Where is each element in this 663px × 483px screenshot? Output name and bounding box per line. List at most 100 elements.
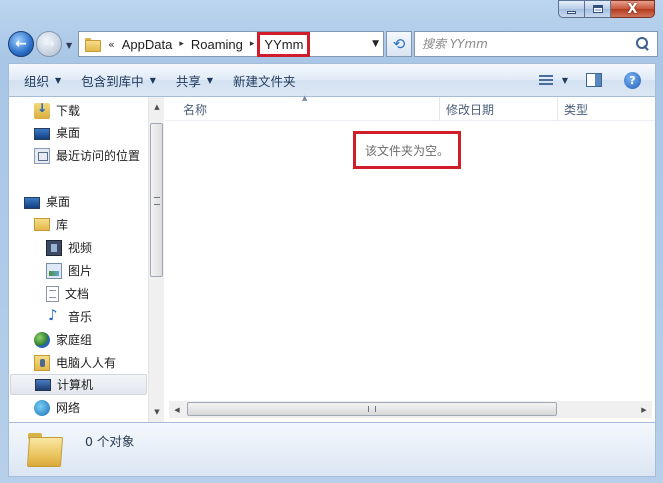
item-count: 0 个对象	[85, 434, 135, 449]
search-icon[interactable]	[635, 36, 651, 52]
documents-icon	[46, 285, 59, 302]
navigation-pane: 下载 桌面 最近访问的位置 桌面 库 视频	[9, 97, 148, 422]
breadcrumb-separator[interactable]: ▸	[179, 39, 184, 49]
empty-folder-message: 该文件夹为空。	[353, 131, 461, 169]
organize-menu[interactable]: 组织 ▼	[9, 64, 71, 96]
nav-item-pictures[interactable]: 图片	[46, 260, 148, 281]
pictures-icon	[46, 262, 62, 279]
include-in-library-label: 包含到库中	[81, 73, 144, 89]
desktop-icon	[24, 196, 40, 209]
breadcrumb-roaming[interactable]: Roaming	[191, 37, 243, 52]
share-menu[interactable]: 共享 ▼	[166, 64, 223, 96]
library-icon	[34, 218, 50, 231]
nav-item-videos[interactable]: 视频	[46, 237, 148, 258]
download-folder-icon	[34, 101, 50, 119]
command-bar-right: ▼ ?	[536, 64, 655, 96]
scrollbar-thumb[interactable]	[150, 123, 163, 277]
address-bar[interactable]: « AppData ▸ Roaming ▸ YYmm ▼	[78, 31, 384, 57]
close-button[interactable]: X	[611, 0, 655, 18]
nav-item-libraries[interactable]: 库	[34, 214, 148, 235]
search-box[interactable]	[414, 31, 658, 57]
desktop-icon	[34, 127, 50, 140]
nav-item-label: 图片	[68, 264, 93, 278]
nav-item-user-folder[interactable]: 电脑人人有	[34, 352, 148, 373]
forward-button[interactable]: →	[36, 31, 62, 57]
back-arrow-icon: ←	[15, 36, 27, 52]
help-icon[interactable]: ?	[624, 71, 641, 89]
minimize-button[interactable]	[558, 0, 585, 18]
explorer-window: X ← → ▼ « AppData ▸ Roaming ▸ YYmm ▼ ⟲ 组…	[0, 0, 663, 483]
preview-pane-icon[interactable]	[586, 73, 602, 87]
command-bar: 组织 ▼ 包含到库中 ▼ 共享 ▼ 新建文件夹 ▼ ?	[8, 63, 656, 97]
nav-item-label: 库	[56, 218, 69, 232]
nav-item-label: 计算机	[57, 378, 94, 392]
recent-pages-dropdown[interactable]: ▼	[66, 41, 72, 50]
homegroup-icon	[34, 331, 50, 348]
address-dropdown[interactable]: ▼	[372, 39, 379, 49]
nav-item-label: 下载	[56, 104, 81, 118]
nav-item-music[interactable]: 音乐	[46, 306, 148, 327]
recent-places-icon	[34, 147, 50, 164]
column-header-type[interactable]: 类型	[557, 97, 655, 121]
nav-item-homegroup[interactable]: 家庭组	[34, 329, 148, 350]
view-options-dropdown[interactable]: ▼	[562, 76, 568, 85]
nav-item-label: 家庭组	[56, 333, 93, 347]
organize-label: 组织	[24, 73, 50, 89]
column-header-row: ▲ 名称 修改日期 类型	[165, 94, 655, 121]
include-in-library-menu[interactable]: 包含到库中 ▼	[71, 64, 166, 96]
computer-icon	[35, 379, 51, 391]
back-button[interactable]: ←	[8, 31, 34, 57]
music-icon	[46, 306, 62, 325]
change-view-icon[interactable]	[536, 72, 558, 88]
close-icon: X	[627, 1, 638, 17]
breadcrumb-overflow[interactable]: «	[108, 38, 115, 51]
scroll-right-arrow-icon[interactable]: ▶	[636, 401, 652, 418]
main-area: 下载 桌面 最近访问的位置 桌面 库 视频	[8, 94, 656, 422]
nav-item-label: 音乐	[68, 310, 93, 324]
horizontal-scrollbar[interactable]: ◀ ▶	[169, 401, 652, 418]
forward-arrow-icon: →	[43, 36, 55, 52]
nav-item-desktop[interactable]: 桌面	[34, 122, 148, 143]
new-folder-button[interactable]: 新建文件夹	[223, 64, 306, 96]
nav-item-label: 视频	[68, 241, 93, 255]
breadcrumb-separator[interactable]: ▸	[250, 39, 255, 49]
file-list: ▲ 名称 修改日期 类型 该文件夹为空。 ◀ ▶	[165, 94, 655, 422]
search-input[interactable]	[422, 37, 635, 51]
refresh-button[interactable]: ⟲	[386, 31, 412, 57]
scrollbar-thumb[interactable]	[187, 402, 557, 416]
refresh-icon: ⟲	[392, 35, 406, 53]
nav-item-label: 最近访问的位置	[56, 149, 141, 163]
share-label: 共享	[175, 73, 201, 89]
nav-item-computer[interactable]: 计算机	[10, 374, 147, 395]
maximize-button[interactable]	[585, 0, 611, 18]
network-icon	[34, 399, 50, 416]
scroll-up-arrow-icon[interactable]: ▲	[149, 99, 165, 115]
scroll-down-arrow-icon[interactable]: ▼	[149, 404, 165, 420]
nav-item-label: 桌面	[46, 195, 71, 209]
user-folder-icon	[34, 354, 50, 371]
caption-buttons: X	[558, 0, 655, 20]
nav-item-desktop-root[interactable]: 桌面	[24, 191, 148, 212]
maximize-icon	[592, 5, 603, 13]
breadcrumb-appdata[interactable]: AppData	[122, 37, 173, 52]
folder-icon	[85, 38, 101, 52]
nav-item-label: 网络	[56, 401, 81, 415]
column-header-date-modified[interactable]: 修改日期	[439, 97, 557, 121]
nav-item-recent-places[interactable]: 最近访问的位置	[34, 145, 148, 166]
navigation-pane-scrollbar[interactable]: ▲ ▼	[148, 97, 164, 422]
nav-item-network[interactable]: 网络	[34, 397, 148, 418]
breadcrumb-current-folder[interactable]: YYmm	[257, 31, 311, 57]
scroll-left-arrow-icon[interactable]: ◀	[169, 401, 185, 418]
details-pane: 0 个对象	[8, 422, 656, 477]
chevron-down-icon: ▼	[55, 75, 62, 85]
nav-item-label: 电脑人人有	[56, 356, 117, 370]
nav-item-documents[interactable]: 文档	[46, 283, 148, 304]
new-folder-label: 新建文件夹	[233, 73, 296, 89]
folder-icon	[26, 431, 66, 469]
chevron-down-icon: ▼	[206, 75, 214, 85]
chevron-down-icon: ▼	[149, 75, 156, 85]
video-icon	[46, 239, 62, 256]
column-header-name[interactable]: 名称	[177, 97, 439, 121]
nav-item-downloads[interactable]: 下载	[34, 100, 148, 121]
navigation-row: ← → ▼ « AppData ▸ Roaming ▸ YYmm ▼ ⟲	[6, 28, 658, 60]
